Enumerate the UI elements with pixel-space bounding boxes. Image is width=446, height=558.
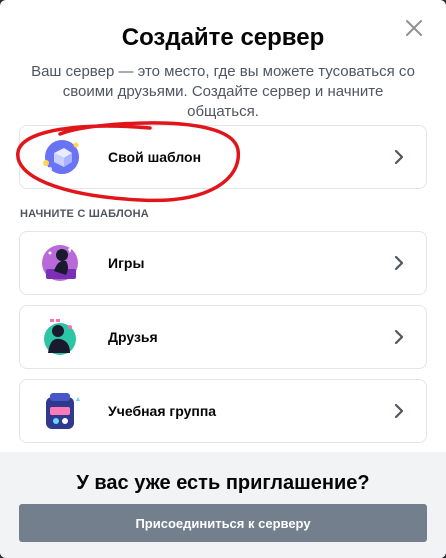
join-server-button[interactable]: Присоединиться к серверу (19, 504, 427, 542)
template-label-gaming: Игры (108, 255, 145, 271)
friends-icon (44, 319, 76, 355)
chevron-right-icon (394, 403, 404, 419)
create-server-modal: Создайте сервер Ваш сервер — это место, … (0, 0, 446, 558)
template-option-gaming[interactable]: Игры (19, 231, 427, 295)
section-label-templates: НАЧНИТЕ С ШАБЛОНА (20, 208, 149, 220)
gaming-icon (42, 245, 78, 281)
custom-template-label: Свой шаблон (108, 149, 202, 165)
template-list[interactable]: Свой шаблон НАЧНИТЕ С ШАБЛОНА Игры Друзь… (0, 112, 446, 452)
template-option-friends[interactable]: Друзья (19, 305, 427, 369)
chevron-right-icon (394, 329, 404, 345)
invite-prompt: У вас уже есть приглашение? (76, 472, 370, 494)
custom-template-option[interactable]: Свой шаблон (19, 125, 427, 189)
custom-server-icon (40, 140, 79, 174)
template-option-study-group[interactable]: Учебная группа (19, 379, 427, 443)
footer: У вас уже есть приглашение? Присоединить… (0, 452, 446, 558)
template-label-friends: Друзья (108, 329, 158, 345)
chevron-right-icon (394, 149, 404, 165)
chevron-right-icon (394, 255, 404, 271)
study-group-icon (46, 393, 80, 429)
template-label-study-group: Учебная группа (108, 403, 217, 419)
modal-title: Создайте сервер (121, 24, 325, 51)
